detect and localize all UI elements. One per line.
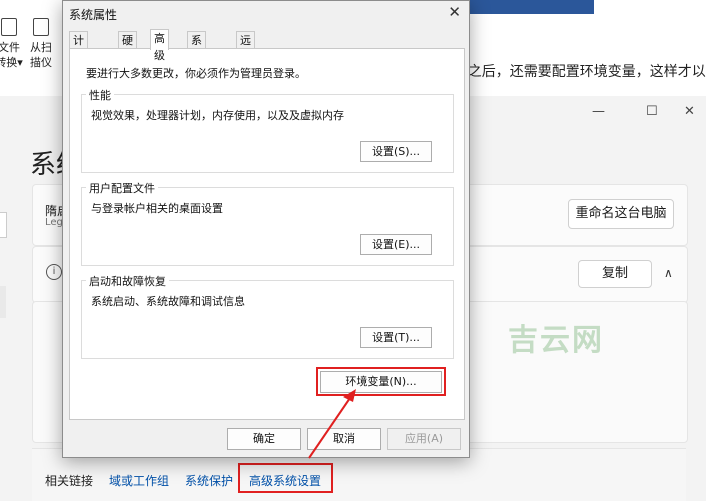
- document-icon: [1, 18, 17, 36]
- startup-recovery-desc: 系统启动、系统故障和调试信息: [91, 295, 245, 308]
- copy-button[interactable]: 复制: [578, 260, 652, 288]
- admin-note: 要进行大多数更改，你必须作为管理员登录。: [86, 67, 306, 80]
- nav-search-stub[interactable]: [0, 212, 7, 238]
- startup-recovery-label: 启动和故障恢复: [86, 273, 169, 289]
- scanner-icon: [33, 18, 49, 36]
- tab-hardware[interactable]: 硬件: [118, 31, 137, 64]
- performance-settings-button[interactable]: 设置(S)...: [360, 141, 432, 162]
- watermark-logo: 吉云网: [508, 323, 604, 358]
- minimize-icon[interactable]: —: [592, 104, 605, 119]
- chevron-up-icon[interactable]: ∧: [664, 266, 673, 280]
- word-title-strip: [468, 0, 594, 14]
- dialog-title: 系统属性: [69, 8, 118, 22]
- apply-button[interactable]: 应用(A): [387, 428, 461, 450]
- tab-advanced[interactable]: 高级: [150, 29, 169, 62]
- document-text: L之后，还需要配置环境变量，这样才以: [460, 64, 706, 80]
- link-system-protection[interactable]: 系统保护: [185, 472, 233, 489]
- user-profiles-label: 用户配置文件: [86, 180, 158, 196]
- info-icon: i: [46, 264, 62, 280]
- user-profiles-settings-button[interactable]: 设置(E)...: [360, 234, 432, 255]
- link-advanced-system-settings[interactable]: 高级系统设置: [249, 472, 321, 489]
- ribbon-scan-button[interactable]: 从扫 描仪: [26, 18, 56, 70]
- maximize-icon[interactable]: ☐: [646, 104, 658, 119]
- tab-system-protection[interactable]: 系统保护: [187, 31, 206, 98]
- performance-group: 性能 视觉效果，处理器计划，内存使用，以及及虚拟内存 设置(S)...: [81, 87, 454, 173]
- system-properties-dialog: 系统属性 ✕ 计算机名 硬件 高级 系统保护 远程 要进行大多数更改，你必须作为…: [62, 0, 470, 458]
- dialog-close-icon[interactable]: ✕: [448, 3, 461, 21]
- environment-variables-button[interactable]: 环境变量(N)...: [320, 371, 442, 393]
- nav-item-selected[interactable]: [0, 286, 6, 318]
- ribbon-file-convert-button[interactable]: 文件 转换▾: [0, 18, 24, 70]
- startup-recovery-group: 启动和故障恢复 系统启动、系统故障和调试信息 设置(T)...: [81, 273, 454, 359]
- tab-remote[interactable]: 远程: [236, 31, 255, 64]
- performance-label: 性能: [86, 87, 114, 103]
- ok-button[interactable]: 确定: [227, 428, 301, 450]
- tab-computer-name[interactable]: 计算机名: [69, 31, 88, 98]
- advanced-panel: 要进行大多数更改，你必须作为管理员登录。 性能 视觉效果，处理器计划，内存使用，…: [69, 48, 465, 420]
- user-profiles-group: 用户配置文件 与登录帐户相关的桌面设置 设置(E)...: [81, 180, 454, 266]
- link-domain-workgroup[interactable]: 域或工作组: [109, 472, 169, 489]
- user-profiles-desc: 与登录帐户相关的桌面设置: [91, 202, 223, 215]
- related-links-label: 相关链接: [45, 474, 94, 488]
- performance-desc: 视觉效果，处理器计划，内存使用，以及及虚拟内存: [91, 109, 344, 122]
- cancel-button[interactable]: 取消: [307, 428, 381, 450]
- close-icon[interactable]: ✕: [684, 104, 695, 119]
- startup-recovery-settings-button[interactable]: 设置(T)...: [360, 327, 432, 348]
- rename-pc-button[interactable]: 重命名这台电脑: [568, 199, 674, 229]
